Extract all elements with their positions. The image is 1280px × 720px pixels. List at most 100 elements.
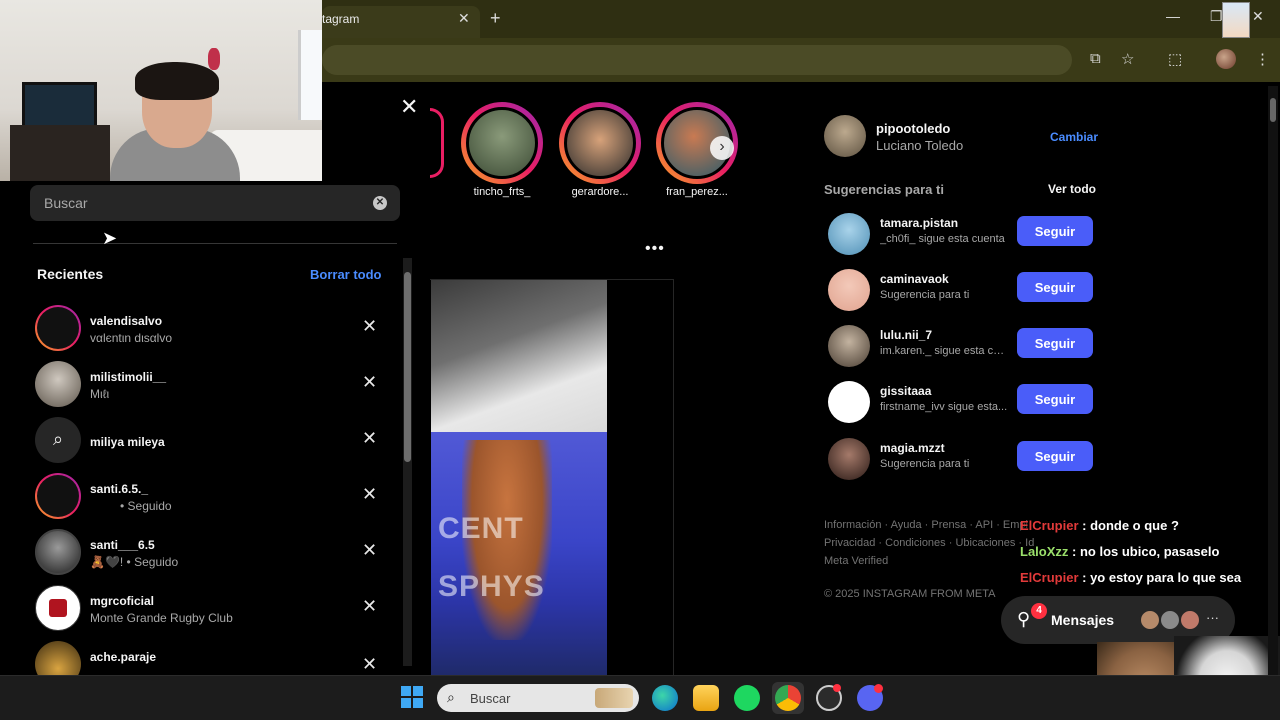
clear-search-icon[interactable]: ✕ [373, 196, 387, 210]
taskbar-search-label: Buscar [470, 691, 511, 706]
avatar[interactable] [828, 325, 870, 367]
chat-user: ElCrupier [1020, 570, 1079, 585]
remove-icon[interactable]: ✕ [362, 484, 377, 505]
my-avatar[interactable] [824, 115, 866, 157]
windows-taskbar [0, 675, 1280, 720]
recent-item[interactable]: santi.6.5._ • Seguido ✕ [30, 470, 400, 526]
windows-start-icon[interactable] [401, 686, 423, 708]
avatar [1179, 609, 1201, 631]
suggestion-reason: firstname_ivv sigue esta... [880, 401, 1008, 413]
avatar [35, 529, 81, 575]
taskbar-search[interactable]: ⌕ Buscar [437, 684, 639, 712]
meta-verified-link[interactable]: Meta Verified [824, 552, 1034, 570]
chat-message: ElCrupier : yo estoy para lo que sea [1020, 570, 1241, 585]
follow-button[interactable]: Seguir [1017, 272, 1093, 302]
post-image-text: CENT SPHYS [438, 512, 545, 603]
story-partial[interactable] [430, 108, 444, 178]
search-scroll-thumb[interactable] [404, 272, 411, 462]
suggestion-username[interactable]: magia.mzzt [880, 441, 945, 455]
close-search-icon[interactable]: ✕ [400, 94, 418, 120]
follow-button[interactable]: Seguir [1017, 216, 1093, 246]
post-more-icon[interactable]: ••• [645, 240, 665, 258]
recent-item[interactable]: santi___6.5 🧸🖤! • Seguido ✕ [30, 526, 400, 582]
my-username[interactable]: pipootoledo [876, 121, 950, 136]
install-app-icon[interactable]: ⧉ [1090, 50, 1101, 67]
window-close-button[interactable]: ✕ [1252, 8, 1264, 25]
restore-button[interactable]: ❐ [1210, 8, 1223, 25]
browser-menu-icon[interactable]: ⋮ [1255, 50, 1270, 68]
recent-subtitle: Mιℓι [90, 387, 110, 401]
new-tab-button[interactable]: + [490, 8, 501, 29]
file-explorer-icon[interactable] [693, 685, 719, 711]
browser-profile-avatar[interactable] [1216, 49, 1236, 69]
copyright: © 2025 INSTAGRAM FROM META [824, 588, 996, 600]
suggestion-username[interactable]: caminavaok [880, 272, 949, 286]
avatar [35, 361, 81, 407]
avatar[interactable] [828, 438, 870, 480]
avatar [1159, 609, 1181, 631]
minimize-button[interactable]: — [1166, 8, 1180, 24]
remove-icon[interactable]: ✕ [362, 316, 377, 337]
remove-icon[interactable]: ✕ [362, 654, 377, 675]
recent-item[interactable]: milistimolii__ Mιℓι ✕ [30, 358, 400, 414]
chat-text: : yo estoy para lo que sea [1078, 570, 1242, 585]
stories-next-icon[interactable]: › [710, 136, 734, 160]
page-scrollbar[interactable] [1268, 86, 1278, 675]
recent-title: Recientes [37, 266, 104, 282]
bookmark-star-icon[interactable]: ☆ [1121, 50, 1134, 68]
recent-username: mgrcoficial [90, 594, 155, 608]
recent-username: ache.paraje [90, 650, 157, 664]
suggestion-reason: Sugerencia para ti [880, 289, 970, 301]
chrome-icon[interactable] [775, 685, 801, 711]
suggestion-username[interactable]: lulu.nii_7 [880, 328, 932, 342]
webcam-overlay [0, 0, 322, 181]
search-input[interactable] [30, 185, 400, 221]
suggestion-row: gissitaaa firstname_ivv sigue esta... Se… [826, 378, 1096, 428]
notification-dot [833, 684, 841, 692]
search-box[interactable] [30, 185, 400, 221]
chat-text: : donde o que ? [1078, 518, 1179, 533]
recent-subtitle: vαlєntιn dιsαlvo [90, 331, 173, 345]
remove-icon[interactable]: ✕ [362, 540, 377, 561]
remove-icon[interactable]: ✕ [362, 596, 377, 617]
follow-button[interactable]: Seguir [1017, 441, 1093, 471]
address-bar[interactable] [322, 45, 1072, 75]
footer-links[interactable]: Información · Ayuda · Prensa · API · Emp… [824, 516, 1034, 534]
webcam-person-hair [135, 62, 219, 100]
recent-subtitle: 🧸🖤! • Seguido [90, 555, 179, 569]
extensions-icon[interactable]: ⬚ [1168, 50, 1182, 68]
story-username: fran_perez... [666, 186, 728, 198]
edge-icon[interactable] [652, 685, 678, 711]
chat-user: ElCrupier [1020, 518, 1079, 533]
post-image-top[interactable] [431, 280, 607, 432]
recent-item[interactable]: ⌕ miliya mileya ✕ [30, 414, 400, 470]
switch-account-button[interactable]: Cambiar [1050, 130, 1098, 144]
follow-button[interactable]: Seguir [1017, 328, 1093, 358]
avatar [35, 305, 81, 351]
search-divider [33, 243, 397, 244]
chat-user: LaloXzz [1020, 544, 1069, 559]
remove-icon[interactable]: ✕ [362, 372, 377, 393]
recent-item[interactable]: ache.paraje ✕ [30, 638, 400, 675]
suggestion-username[interactable]: gissitaaa [880, 384, 931, 398]
recent-username: santi___6.5 [90, 538, 155, 552]
suggestion-row: lulu.nii_7 im.karen._ sigue esta cu... S… [826, 322, 1096, 372]
avatar[interactable] [828, 213, 870, 255]
webcam-window-light [298, 30, 322, 120]
tab-close-icon[interactable]: ✕ [458, 10, 470, 27]
follow-button[interactable]: Seguir [1017, 384, 1093, 414]
footer-links[interactable]: Privacidad · Condiciones · Ubicaciones ·… [824, 534, 1034, 552]
recent-item[interactable]: mgrcoficial Monte Grande Rugby Club ✕ [30, 582, 400, 638]
avatar [35, 473, 81, 519]
clear-all-button[interactable]: Borrar todo [310, 267, 382, 282]
see-all-button[interactable]: Ver todo [1048, 182, 1096, 196]
avatar[interactable] [828, 381, 870, 423]
remove-icon[interactable]: ✕ [362, 428, 377, 449]
suggestion-username[interactable]: tamara.pistan [880, 216, 958, 230]
recent-query: miliya mileya [90, 435, 165, 449]
spotify-icon[interactable] [734, 685, 760, 711]
avatar[interactable] [828, 269, 870, 311]
recent-item[interactable]: valendisalvo vαlєntιn dιsαlvo ✕ [30, 302, 400, 358]
suggestion-row: magia.mzzt Sugerencia para ti Seguir [826, 435, 1096, 485]
page-scroll-thumb[interactable] [1270, 98, 1276, 122]
